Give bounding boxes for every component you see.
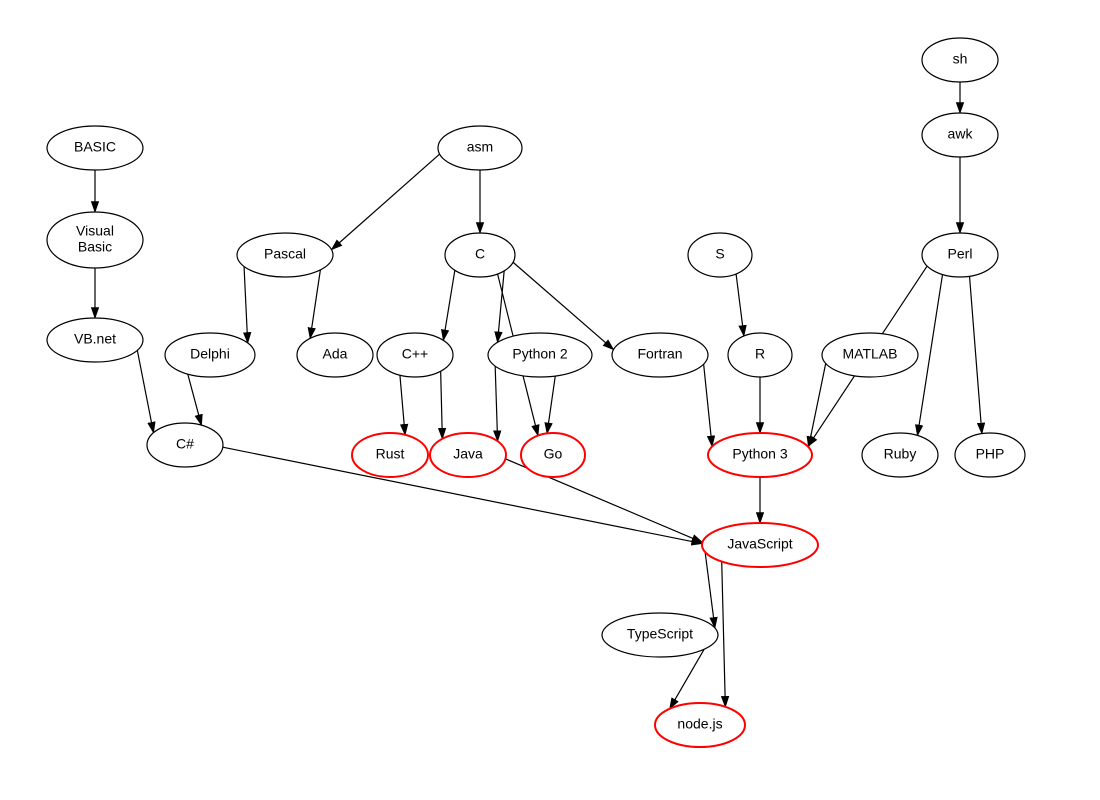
node-label-VBnet: VB.net xyxy=(74,331,116,347)
edge-Pascal-Ada xyxy=(310,270,320,338)
graph-svg: sh awk BASIC asm VisualBasic Pascal C S Perl VB.n… xyxy=(0,0,1100,800)
node-label-TypeScript: TypeScript xyxy=(627,626,693,642)
node-label-sh: sh xyxy=(953,51,968,67)
node-Fortran: Fortran xyxy=(612,333,708,377)
node-label-MATLAB: MATLAB xyxy=(843,346,898,362)
node-label-C: C xyxy=(475,246,485,262)
node-PHP: PHP xyxy=(955,433,1025,477)
edge-JavaScript-nodejs xyxy=(722,562,726,707)
node-Go: Go xyxy=(521,433,585,477)
node-Ruby: Ruby xyxy=(862,433,938,477)
node-label-Cpp: C++ xyxy=(402,346,428,362)
node-label-Ada: Ada xyxy=(323,346,348,362)
node-Pascal: Pascal xyxy=(237,233,333,277)
edge-Python2-Go xyxy=(547,376,555,433)
node-label-asm: asm xyxy=(467,139,493,155)
node-label-Python2: Python 2 xyxy=(512,346,567,362)
edge-Cpp-Rust xyxy=(400,375,405,435)
edge-TypeScript-nodejs xyxy=(670,649,704,708)
edge-Perl-PHP xyxy=(970,276,982,433)
edge-S-R xyxy=(736,274,744,336)
node-label-Rust: Rust xyxy=(376,446,405,462)
node-TypeScript: TypeScript xyxy=(602,613,718,657)
node-label-PHP: PHP xyxy=(976,446,1005,462)
edge-C-Python2 xyxy=(498,271,505,342)
node-Delphi: Delphi xyxy=(165,333,255,377)
node-BASIC: BASIC xyxy=(47,126,143,170)
edge-Delphi-CSharp xyxy=(188,374,202,425)
node-VisualBasic: VisualBasic xyxy=(47,212,143,268)
node-label-VisualBasic-line1: Basic xyxy=(78,239,112,255)
node-Python3: Python 3 xyxy=(708,433,812,477)
edge-Pascal-Delphi xyxy=(244,266,248,343)
node-label-JavaScript: JavaScript xyxy=(727,536,792,552)
node-label-Java: Java xyxy=(453,446,483,462)
node-awk: awk xyxy=(922,113,998,157)
node-C: C xyxy=(445,233,515,277)
node-label-Pascal: Pascal xyxy=(264,246,306,262)
edge-Python2-Java xyxy=(495,366,497,441)
edge-VBnet-CSharp xyxy=(137,350,153,432)
node-label-Delphi: Delphi xyxy=(190,346,230,362)
node-asm: asm xyxy=(438,126,522,170)
node-label-VisualBasic-line0: Visual xyxy=(76,223,114,239)
edge-Perl-Ruby xyxy=(917,275,942,436)
node-label-Perl: Perl xyxy=(948,246,973,262)
node-MATLAB: MATLAB xyxy=(822,333,918,377)
edge-MATLAB-Python3 xyxy=(809,363,826,447)
node-Python2: Python 2 xyxy=(488,333,592,377)
node-label-Fortran: Fortran xyxy=(637,346,682,362)
node-label-S: S xyxy=(715,246,724,262)
node-VBnet: VB.net xyxy=(47,318,143,362)
node-sh: sh xyxy=(922,38,998,82)
edge-Fortran-Python3 xyxy=(704,364,712,446)
node-label-CSharp: C# xyxy=(176,436,194,452)
node-Ada: Ada xyxy=(297,333,373,377)
node-label-Python3: Python 3 xyxy=(732,446,787,462)
node-label-nodejs: node.js xyxy=(677,716,722,732)
node-label-R: R xyxy=(755,346,765,362)
node-JavaScript: JavaScript xyxy=(702,523,818,567)
node-Rust: Rust xyxy=(352,433,428,477)
edge-asm-Pascal xyxy=(332,154,440,250)
node-S: S xyxy=(688,233,752,277)
graph-container: sh awk BASIC asm VisualBasic Pascal C S Perl VB.n… xyxy=(0,0,1100,800)
edge-C-Cpp xyxy=(443,270,454,340)
node-label-Go: Go xyxy=(544,446,563,462)
node-label-BASIC: BASIC xyxy=(74,139,116,155)
node-R: R xyxy=(728,333,792,377)
node-label-Ruby: Ruby xyxy=(884,446,917,462)
node-CSharp: C# xyxy=(147,423,223,467)
node-Java: Java xyxy=(430,433,506,477)
node-Perl: Perl xyxy=(922,233,998,277)
edge-Cpp-Java xyxy=(441,371,443,439)
node-Cpp: C++ xyxy=(377,333,453,377)
node-label-awk: awk xyxy=(948,126,974,142)
node-nodejs: node.js xyxy=(655,703,745,747)
edge-JavaScript-TypeScript xyxy=(705,552,715,628)
